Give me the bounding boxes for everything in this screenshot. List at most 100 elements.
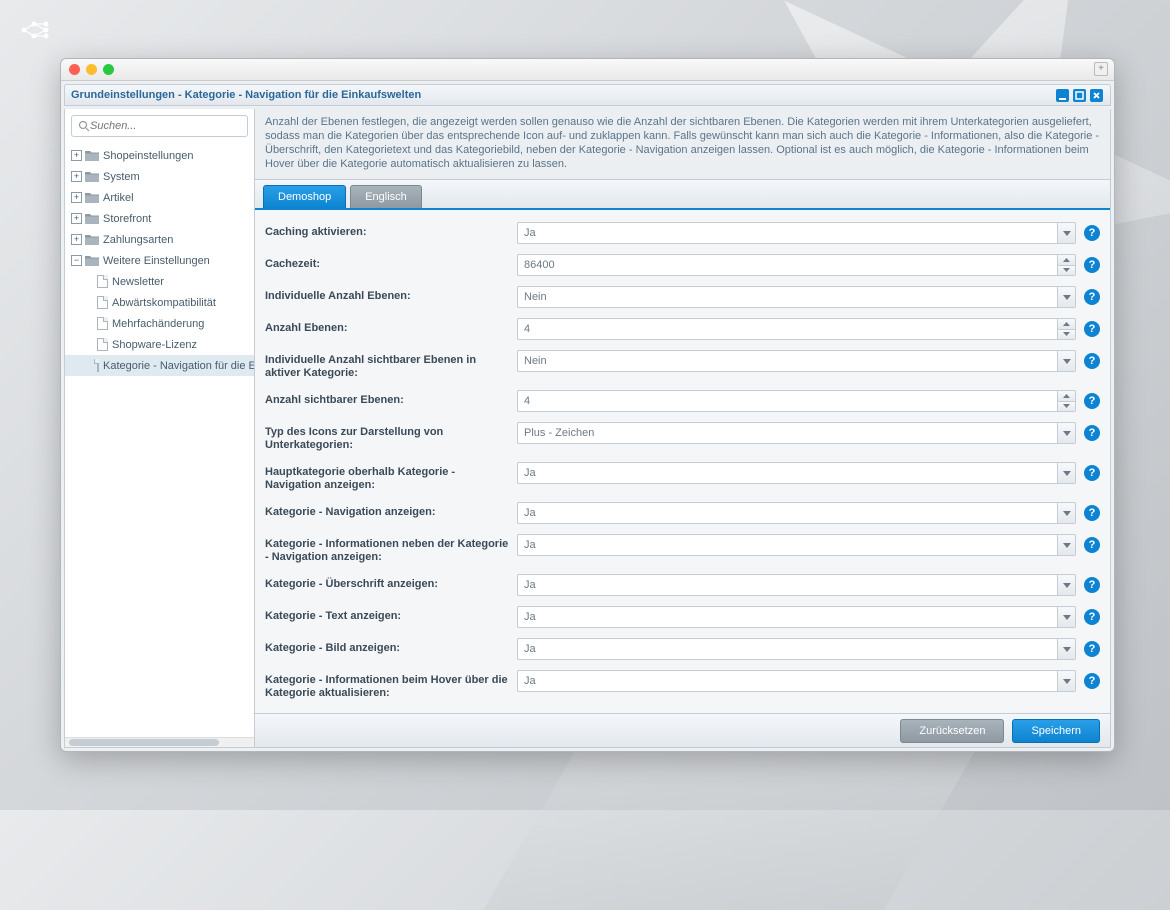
tree-label: Zahlungsarten xyxy=(103,234,173,246)
help-icon[interactable]: ? xyxy=(1084,609,1100,625)
field-input[interactable] xyxy=(517,638,1076,660)
expander-icon[interactable]: + xyxy=(71,213,82,224)
form-row: Anzahl sichtbarer Ebenen:? xyxy=(265,390,1100,412)
tree-node-system[interactable]: +System xyxy=(65,166,254,187)
tree-node-shopeinstellungen[interactable]: +Shopeinstellungen xyxy=(65,145,254,166)
reset-button[interactable]: Zurücksetzen xyxy=(900,719,1004,743)
help-icon[interactable]: ? xyxy=(1084,289,1100,305)
form-row: Kategorie - Bild anzeigen:? xyxy=(265,638,1100,660)
field-input[interactable] xyxy=(517,670,1076,692)
panel-maximize-icon[interactable] xyxy=(1072,88,1087,103)
expander-icon[interactable]: + xyxy=(71,150,82,161)
field-input[interactable] xyxy=(517,462,1076,484)
tree-label: Artikel xyxy=(103,192,134,204)
help-icon[interactable]: ? xyxy=(1084,225,1100,241)
maximize-window-icon[interactable] xyxy=(103,64,114,75)
spinner-down-icon[interactable] xyxy=(1057,266,1075,276)
info-text: Anzahl der Ebenen festlegen, die angezei… xyxy=(255,109,1110,180)
expander-icon[interactable]: − xyxy=(71,255,82,266)
dropdown-trigger-icon[interactable] xyxy=(1057,287,1075,307)
field-input[interactable] xyxy=(517,390,1076,412)
tree-label: Kategorie - Navigation für die E xyxy=(103,360,254,372)
help-icon[interactable]: ? xyxy=(1084,393,1100,409)
field-input[interactable] xyxy=(517,502,1076,524)
tree-child-mehrfach-nderung[interactable]: Mehrfachänderung xyxy=(65,313,254,334)
dropdown-trigger-icon[interactable] xyxy=(1057,671,1075,691)
spinner-up-icon[interactable] xyxy=(1057,391,1075,402)
add-tab-button[interactable]: + xyxy=(1094,62,1108,76)
field-input[interactable] xyxy=(517,350,1076,372)
dropdown-trigger-icon[interactable] xyxy=(1057,575,1075,595)
tab-englisch[interactable]: Englisch xyxy=(350,185,422,208)
field-label: Kategorie - Informationen neben der Kate… xyxy=(265,534,517,564)
tree-child-newsletter[interactable]: Newsletter xyxy=(65,271,254,292)
panel-minimize-icon[interactable] xyxy=(1055,88,1070,103)
field-input[interactable] xyxy=(517,318,1076,340)
field-input[interactable] xyxy=(517,606,1076,628)
field-label: Kategorie - Überschrift anzeigen: xyxy=(265,574,517,591)
close-window-icon[interactable] xyxy=(69,64,80,75)
field-input[interactable] xyxy=(517,422,1076,444)
field-label: Kategorie - Text anzeigen: xyxy=(265,606,517,623)
dropdown-trigger-icon[interactable] xyxy=(1057,503,1075,523)
spinner-up-icon[interactable] xyxy=(1057,319,1075,330)
help-icon[interactable]: ? xyxy=(1084,425,1100,441)
help-icon[interactable]: ? xyxy=(1084,353,1100,369)
expander-icon[interactable]: + xyxy=(71,234,82,245)
os-titlebar[interactable]: + xyxy=(61,59,1114,81)
app-logo-icon xyxy=(20,20,52,40)
expander-icon[interactable]: + xyxy=(71,171,82,182)
minimize-window-icon[interactable] xyxy=(86,64,97,75)
dropdown-trigger-icon[interactable] xyxy=(1057,535,1075,555)
field-input[interactable] xyxy=(517,254,1076,276)
help-icon[interactable]: ? xyxy=(1084,321,1100,337)
help-icon[interactable]: ? xyxy=(1084,537,1100,553)
expander-icon[interactable]: + xyxy=(71,192,82,203)
main-panel: Anzahl der Ebenen festlegen, die angezei… xyxy=(255,109,1110,747)
spinner-up-icon[interactable] xyxy=(1057,255,1075,266)
field-input[interactable] xyxy=(517,534,1076,556)
field-input[interactable] xyxy=(517,286,1076,308)
tree-child-abw-rtskompatibilit-t[interactable]: Abwärtskompatibilität xyxy=(65,292,254,313)
help-icon[interactable]: ? xyxy=(1084,465,1100,481)
form-area: Caching aktivieren:?Cachezeit:?Individue… xyxy=(255,210,1110,713)
form-row: Kategorie - Überschrift anzeigen:? xyxy=(265,574,1100,596)
tree-child-shopware-lizenz[interactable]: Shopware-Lizenz xyxy=(65,334,254,355)
tree-label: Abwärtskompatibilität xyxy=(112,297,216,309)
horizontal-scrollbar[interactable] xyxy=(65,737,254,747)
tree-node-storefront[interactable]: + Storefront xyxy=(65,208,254,229)
tree-label: Mehrfachänderung xyxy=(112,318,204,330)
tree-label: Storefront xyxy=(103,213,151,225)
tree-child-kategorie-navigation-f-r-die-e[interactable]: Kategorie - Navigation für die E xyxy=(65,355,254,376)
footer: Zurücksetzen Speichern xyxy=(255,713,1110,747)
dropdown-trigger-icon[interactable] xyxy=(1057,423,1075,443)
search-input[interactable] xyxy=(90,120,241,132)
tree-label: Newsletter xyxy=(112,276,164,288)
field-input[interactable] xyxy=(517,574,1076,596)
form-row: Kategorie - Text anzeigen:? xyxy=(265,606,1100,628)
spinner-down-icon[interactable] xyxy=(1057,330,1075,340)
spinner-down-icon[interactable] xyxy=(1057,402,1075,412)
save-button[interactable]: Speichern xyxy=(1012,719,1100,743)
tab-demoshop[interactable]: Demoshop xyxy=(263,185,346,208)
help-icon[interactable]: ? xyxy=(1084,673,1100,689)
file-icon xyxy=(97,338,108,351)
dropdown-trigger-icon[interactable] xyxy=(1057,463,1075,483)
dropdown-trigger-icon[interactable] xyxy=(1057,639,1075,659)
help-icon[interactable]: ? xyxy=(1084,505,1100,521)
help-icon[interactable]: ? xyxy=(1084,641,1100,657)
field-label: Typ des Icons zur Darstellung von Unterk… xyxy=(265,422,517,452)
help-icon[interactable]: ? xyxy=(1084,577,1100,593)
tree-node-weitere-einstellungen[interactable]: −Weitere Einstellungen xyxy=(65,250,254,271)
dropdown-trigger-icon[interactable] xyxy=(1057,223,1075,243)
form-row: Individuelle Anzahl Ebenen:? xyxy=(265,286,1100,308)
search-box[interactable] xyxy=(71,115,248,137)
help-icon[interactable]: ? xyxy=(1084,257,1100,273)
tree-node-zahlungsarten[interactable]: + Zahlungsarten xyxy=(65,229,254,250)
panel-close-icon[interactable] xyxy=(1089,88,1104,103)
tree-node-artikel[interactable]: + Artikel xyxy=(65,187,254,208)
dropdown-trigger-icon[interactable] xyxy=(1057,351,1075,371)
field-input[interactable] xyxy=(517,222,1076,244)
dropdown-trigger-icon[interactable] xyxy=(1057,607,1075,627)
form-row: Typ des Icons zur Darstellung von Unterk… xyxy=(265,422,1100,452)
